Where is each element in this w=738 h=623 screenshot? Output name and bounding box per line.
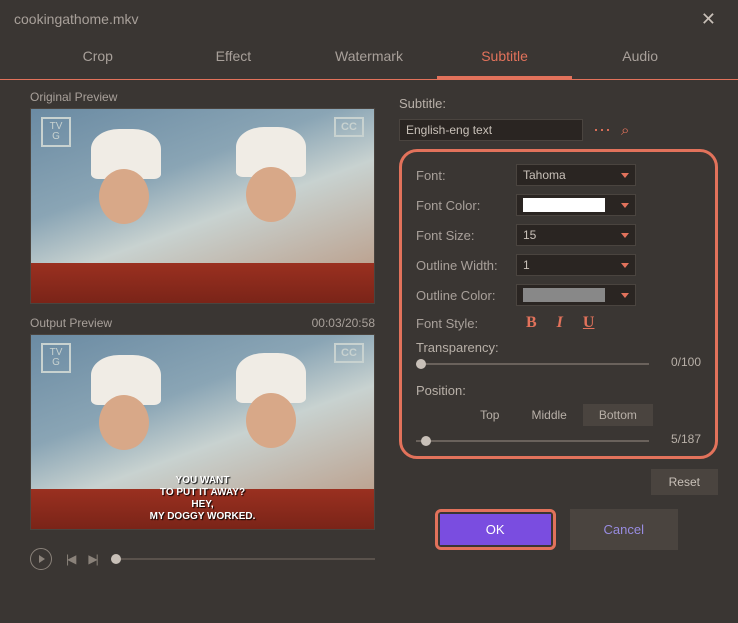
tab-watermark[interactable]: Watermark (301, 38, 437, 79)
underline-icon[interactable]: U (583, 314, 595, 332)
font-size-select[interactable]: 15 (516, 224, 636, 246)
timecode: 00:03/20:58 (312, 316, 375, 330)
prev-icon[interactable]: |◀ (66, 552, 74, 566)
next-icon[interactable]: ▶| (88, 552, 96, 566)
position-top[interactable]: Top (464, 404, 515, 426)
cc-icon: CC (334, 117, 364, 137)
tab-crop[interactable]: Crop (30, 38, 166, 79)
position-value: 5/187 (659, 432, 701, 446)
subtitle-overlay: YOU WANT TO PUT IT AWAY? HEY, MY DOGGY W… (31, 475, 374, 523)
outline-width-label: Outline Width: (416, 258, 516, 273)
ok-button[interactable]: OK (440, 514, 551, 545)
close-icon[interactable]: ✕ (693, 5, 724, 34)
cancel-button[interactable]: Cancel (570, 509, 678, 550)
position-label: Position: (416, 383, 701, 398)
cc-icon: CC (334, 343, 364, 363)
more-icon[interactable]: ⋯ (593, 120, 611, 141)
font-size-label: Font Size: (416, 228, 516, 243)
position-middle[interactable]: Middle (515, 404, 582, 426)
window-title: cookingathome.mkv (14, 11, 139, 27)
tab-audio[interactable]: Audio (572, 38, 708, 79)
preview-column: Original Preview TVG CC Output Preview 0… (30, 90, 375, 570)
subtitle-select[interactable]: English-eng text (399, 119, 583, 141)
position-bottom[interactable]: Bottom (583, 404, 653, 426)
outline-color-select[interactable] (516, 284, 636, 306)
transparency-label: Transparency: (416, 340, 701, 355)
tv-rating-icon: TVG (41, 117, 71, 147)
font-style-label: Font Style: (416, 316, 516, 331)
font-color-select[interactable] (516, 194, 636, 216)
outline-color-label: Outline Color: (416, 288, 516, 303)
titlebar: cookingathome.mkv ✕ (0, 0, 738, 38)
font-settings-highlight: Font: Tahoma Font Color: Font Size: 15 O… (399, 149, 718, 459)
output-preview: TVG CC YOU WANT TO PUT IT AWAY? HEY, MY … (30, 334, 375, 530)
original-preview: TVG CC (30, 108, 375, 304)
font-select[interactable]: Tahoma (516, 164, 636, 186)
original-preview-label: Original Preview (30, 90, 117, 104)
tv-rating-icon: TVG (41, 343, 71, 373)
seek-slider[interactable] (111, 558, 375, 560)
transparency-value: 0/100 (659, 355, 701, 369)
search-icon[interactable]: ⌕ (621, 122, 629, 139)
transparency-slider[interactable] (416, 363, 649, 365)
play-icon[interactable] (30, 548, 52, 570)
font-label: Font: (416, 168, 516, 183)
bold-icon[interactable]: B (526, 314, 537, 332)
tab-subtitle[interactable]: Subtitle (437, 38, 573, 79)
ok-highlight: OK (435, 509, 556, 550)
reset-button[interactable]: Reset (651, 469, 718, 495)
outline-width-select[interactable]: 1 (516, 254, 636, 276)
output-preview-label: Output Preview (30, 316, 112, 330)
italic-icon[interactable]: I (557, 314, 563, 332)
font-color-label: Font Color: (416, 198, 516, 213)
tab-bar: Crop Effect Watermark Subtitle Audio (0, 38, 738, 80)
position-slider[interactable] (416, 440, 649, 442)
settings-panel: Subtitle: English-eng text ⋯ ⌕ Font: Tah… (399, 90, 718, 570)
playback-controls: |◀ ▶| (30, 542, 375, 570)
subtitle-label: Subtitle: (399, 96, 446, 111)
tab-effect[interactable]: Effect (166, 38, 302, 79)
